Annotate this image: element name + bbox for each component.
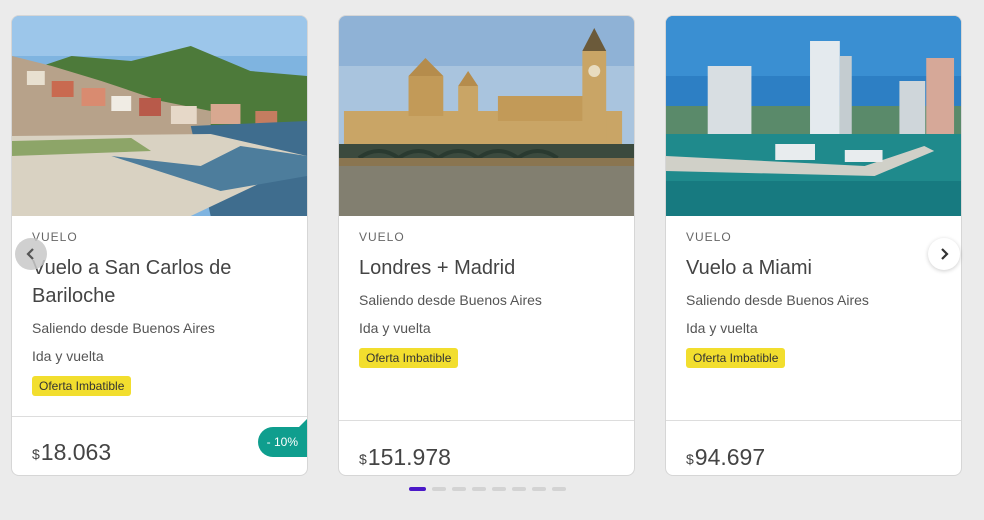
divider (666, 420, 961, 421)
currency-symbol: $ (686, 451, 694, 467)
divider (12, 416, 307, 417)
offer-card-miami[interactable]: VUELO Vuelo a Miami Saliendo desde Bueno… (665, 15, 962, 476)
discount-badge: - 10% (257, 419, 307, 457)
product-type: VUELO (359, 230, 405, 244)
currency-symbol: $ (32, 446, 40, 462)
pagination-dot[interactable] (552, 487, 566, 491)
price: $151.978 (359, 444, 451, 471)
pagination-dot[interactable] (452, 487, 466, 491)
pagination-dot[interactable] (472, 487, 486, 491)
departure-text: Saliendo desde Buenos Aires (359, 292, 542, 308)
price: $94.697 (686, 444, 765, 471)
londres-photo (339, 16, 634, 216)
card-title[interactable]: Vuelo a Miami (686, 254, 945, 282)
card-title[interactable]: Vuelo a San Carlos de Bariloche (32, 254, 291, 310)
carousel-prev-button[interactable] (15, 238, 47, 270)
bariloche-photo (12, 16, 307, 216)
carousel-pagination (409, 487, 566, 491)
chevron-left-icon (26, 248, 34, 260)
card-info: VUELO Vuelo a Miami Saliendo desde Bueno… (686, 216, 945, 368)
card-info: VUELO Vuelo a San Carlos de Bariloche Sa… (32, 216, 291, 396)
card-info: VUELO Londres + Madrid Saliendo desde Bu… (359, 216, 618, 368)
offer-badge: Oferta Imbatible (686, 348, 786, 368)
price-value: 94.697 (694, 444, 766, 470)
price-value: 151.978 (367, 444, 451, 470)
pagination-dot[interactable] (532, 487, 546, 491)
price: $18.063 (32, 439, 111, 466)
departure-text: Saliendo desde Buenos Aires (686, 292, 869, 308)
offer-card-londres-madrid[interactable]: VUELO Londres + Madrid Saliendo desde Bu… (338, 15, 635, 476)
price-value: 18.063 (40, 439, 112, 465)
product-type: VUELO (686, 230, 732, 244)
pagination-dot[interactable] (492, 487, 506, 491)
pagination-dot[interactable] (432, 487, 446, 491)
product-type: VUELO (32, 230, 78, 244)
card-title[interactable]: Londres + Madrid (359, 254, 618, 282)
chevron-right-icon (941, 248, 949, 260)
miami-photo (666, 16, 961, 216)
trip-type-text: Ida y vuelta (32, 348, 104, 364)
offer-badge: Oferta Imbatible (32, 376, 132, 396)
trip-type-text: Ida y vuelta (686, 320, 758, 336)
divider (339, 420, 634, 421)
offer-badge: Oferta Imbatible (359, 348, 459, 368)
offer-card-bariloche[interactable]: VUELO Vuelo a San Carlos de Bariloche Sa… (11, 15, 308, 476)
trip-type-text: Ida y vuelta (359, 320, 431, 336)
pagination-dot[interactable] (409, 487, 426, 491)
pagination-dot[interactable] (512, 487, 526, 491)
currency-symbol: $ (359, 451, 367, 467)
carousel-next-button[interactable] (928, 238, 960, 270)
departure-text: Saliendo desde Buenos Aires (32, 320, 215, 336)
